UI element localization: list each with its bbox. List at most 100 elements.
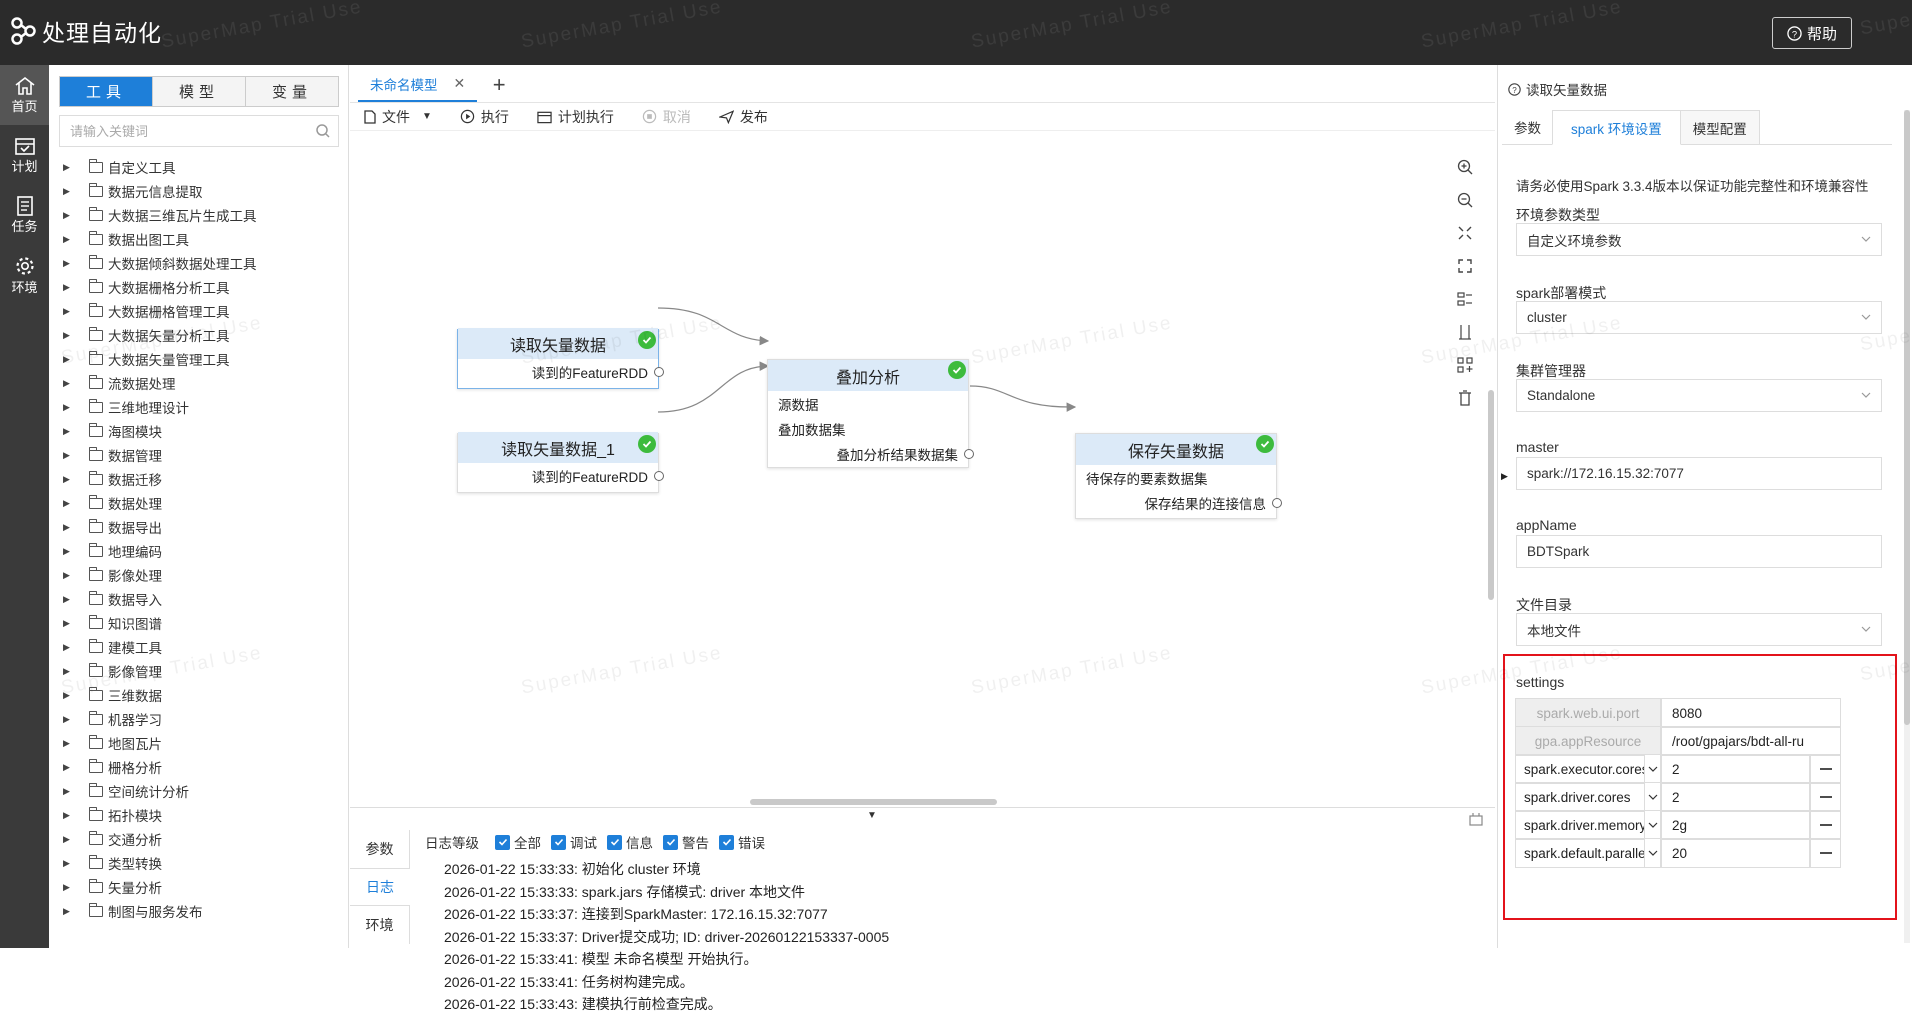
tree-item[interactable]: ▶ 数据导出 bbox=[59, 515, 339, 539]
tree-item[interactable]: ▶ 影像处理 bbox=[59, 563, 339, 587]
expand-caret-icon[interactable]: ▶ bbox=[63, 714, 73, 725]
tree-item[interactable]: ▶ 自定义工具 bbox=[59, 155, 339, 179]
tree-item[interactable]: ▶ 数据处理 bbox=[59, 491, 339, 515]
settings-value-input[interactable]: 2 bbox=[1661, 782, 1810, 812]
help-button[interactable]: ? 帮助 bbox=[1772, 17, 1852, 49]
expand-caret-icon[interactable]: ▶ bbox=[63, 522, 73, 533]
expand-caret-icon[interactable]: ▶ bbox=[63, 762, 73, 773]
tree-item[interactable]: ▶ 海图模块 bbox=[59, 419, 339, 443]
tree-item[interactable]: ▶ 知识图谱 bbox=[59, 611, 339, 635]
zoom-in-icon[interactable] bbox=[1448, 150, 1482, 183]
cancel-button[interactable]: 取消 bbox=[642, 107, 691, 127]
deploy-mode-select[interactable]: cluster bbox=[1516, 301, 1882, 334]
expand-caret-icon[interactable]: ▶ bbox=[63, 546, 73, 557]
fit-view-icon[interactable] bbox=[1448, 216, 1482, 249]
settings-value-input[interactable]: 8080 bbox=[1661, 698, 1841, 728]
file-dir-select[interactable]: 本地文件 bbox=[1516, 613, 1882, 646]
canvas-horizontal-scrollbar[interactable] bbox=[750, 799, 997, 805]
tree-item[interactable]: ▶ 地图瓦片 bbox=[59, 731, 339, 755]
input-port[interactable]: 叠加数据集 bbox=[768, 416, 968, 441]
input-port[interactable]: 待保存的要素数据集 bbox=[1076, 465, 1276, 490]
output-port[interactable]: 叠加分析结果数据集 bbox=[768, 441, 974, 466]
tree-item[interactable]: ▶ 大数据栅格管理工具 bbox=[59, 299, 339, 323]
tree-item[interactable]: ▶ 机器学习 bbox=[59, 707, 339, 731]
log-level-checkbox[interactable]: 警告 bbox=[653, 832, 709, 852]
expand-caret-icon[interactable]: ▶ bbox=[63, 330, 73, 341]
expand-caret-icon[interactable]: ▶ bbox=[63, 162, 73, 173]
tree-item[interactable]: ▶ 大数据矢量分析工具 bbox=[59, 323, 339, 347]
settings-key-select[interactable]: spark.driver.cores bbox=[1515, 782, 1661, 812]
tree-item[interactable]: ▶ 数据元信息提取 bbox=[59, 179, 339, 203]
file-menu-button[interactable]: 文件 ▼ bbox=[364, 107, 432, 127]
tree-item[interactable]: ▶ 数据导入 bbox=[59, 587, 339, 611]
settings-key-select[interactable]: spark.executor.cores bbox=[1515, 754, 1661, 784]
settings-key-select[interactable]: spark.default.paralleli bbox=[1515, 838, 1661, 868]
expand-caret-icon[interactable]: ▶ bbox=[63, 810, 73, 821]
port-dot[interactable] bbox=[1272, 497, 1282, 508]
tab-tools[interactable]: 工具 bbox=[60, 77, 153, 106]
expand-caret-icon[interactable]: ▶ bbox=[63, 618, 73, 629]
expand-caret-icon[interactable]: ▶ bbox=[63, 402, 73, 413]
node-read-vector[interactable]: 读取矢量数据 读到的FeatureRDD bbox=[457, 328, 664, 389]
port-dot[interactable] bbox=[654, 470, 664, 481]
checkbox-checked-icon[interactable] bbox=[495, 834, 510, 850]
checkbox-checked-icon[interactable] bbox=[551, 834, 566, 850]
port-dot[interactable] bbox=[964, 448, 974, 459]
expand-caret-icon[interactable]: ▶ bbox=[63, 498, 73, 509]
tab-variables[interactable]: 变量 bbox=[246, 77, 338, 106]
tree-item[interactable]: ▶ 拓扑模块 bbox=[59, 803, 339, 827]
model-canvas[interactable]: 读取矢量数据 读到的FeatureRDD 读取矢量数据_1 读到的Feature… bbox=[350, 131, 1490, 803]
expand-caret-icon[interactable]: ▶ bbox=[63, 642, 73, 653]
tree-item[interactable]: ▶ 影像管理 bbox=[59, 659, 339, 683]
settings-key-select[interactable]: spark.driver.memory bbox=[1515, 810, 1661, 840]
log-level-checkbox[interactable]: 调试 bbox=[541, 832, 597, 852]
tree-item[interactable]: ▶ 栅格分析 bbox=[59, 755, 339, 779]
tree-item[interactable]: ▶ 三维数据 bbox=[59, 683, 339, 707]
cluster-manager-select[interactable]: Standalone bbox=[1516, 379, 1882, 412]
tab-log[interactable]: 日志 bbox=[350, 868, 410, 906]
expand-caret-icon[interactable]: ▶ bbox=[63, 186, 73, 197]
checkbox-checked-icon[interactable] bbox=[607, 834, 622, 850]
tree-item[interactable]: ▶ 数据出图工具 bbox=[59, 227, 339, 251]
log-level-checkbox[interactable]: 信息 bbox=[597, 832, 653, 852]
settings-value-input[interactable]: 2 bbox=[1661, 754, 1810, 784]
expand-caret-icon[interactable]: ▶ bbox=[63, 738, 73, 749]
expand-caret-icon[interactable]: ▶ bbox=[63, 282, 73, 293]
expand-caret-icon[interactable]: ▶ bbox=[63, 258, 73, 269]
node-read-vector-1[interactable]: 读取矢量数据_1 读到的FeatureRDD bbox=[457, 432, 664, 493]
expand-caret-icon[interactable]: ▶ bbox=[63, 690, 73, 701]
expand-caret-icon[interactable]: ▶ bbox=[63, 306, 73, 317]
nav-schedule[interactable]: 计划 bbox=[0, 125, 49, 185]
canvas-vertical-scrollbar[interactable] bbox=[1488, 390, 1494, 600]
collapse-caret-icon[interactable]: ▼ bbox=[867, 810, 877, 821]
nav-home[interactable]: 首页 bbox=[0, 65, 49, 125]
question-icon[interactable]: ? bbox=[1508, 82, 1521, 96]
node-overlay-analysis[interactable]: 叠加分析 源数据 叠加数据集 叠加分析结果数据集 bbox=[767, 359, 974, 468]
align-vertical-icon[interactable] bbox=[1448, 315, 1482, 348]
nav-tasks[interactable]: 任务 bbox=[0, 185, 49, 245]
run-button[interactable]: 执行 bbox=[460, 107, 509, 127]
expand-caret-icon[interactable]: ▶ bbox=[63, 210, 73, 221]
tree-item[interactable]: ▶ 建模工具 bbox=[59, 635, 339, 659]
expand-caret-icon[interactable]: ▶ bbox=[63, 906, 73, 917]
env-type-select[interactable]: 自定义环境参数 bbox=[1516, 223, 1882, 256]
close-icon[interactable]: ✕ bbox=[454, 75, 466, 92]
expand-caret-icon[interactable]: ▶ bbox=[63, 234, 73, 245]
node-save-vector[interactable]: 保存矢量数据 待保存的要素数据集 保存结果的连接信息 bbox=[1075, 433, 1282, 519]
expand-caret-icon[interactable]: ▶ bbox=[63, 858, 73, 869]
port-dot[interactable] bbox=[654, 366, 664, 377]
search-icon[interactable] bbox=[308, 123, 338, 139]
tab-untitled-model[interactable]: 未命名模型 ✕ bbox=[358, 67, 478, 102]
expand-caret-icon[interactable]: ▶ bbox=[63, 786, 73, 797]
expand-caret-icon[interactable]: ▶ bbox=[63, 834, 73, 845]
tree-item[interactable]: ▶ 数据迁移 bbox=[59, 467, 339, 491]
expand-caret-icon[interactable]: ▶ bbox=[63, 378, 73, 389]
trash-icon[interactable] bbox=[1448, 381, 1482, 414]
auto-layout-icon[interactable] bbox=[1448, 348, 1482, 381]
tab-models[interactable]: 模型 bbox=[153, 77, 246, 106]
publish-button[interactable]: 发布 bbox=[718, 107, 768, 127]
expand-caret-icon[interactable]: ▶ bbox=[63, 594, 73, 605]
panel-expand-caret-icon[interactable]: ▶ bbox=[1501, 471, 1508, 482]
add-tab-button[interactable]: + bbox=[477, 67, 521, 102]
log-level-checkbox[interactable]: 全部 bbox=[485, 832, 541, 852]
